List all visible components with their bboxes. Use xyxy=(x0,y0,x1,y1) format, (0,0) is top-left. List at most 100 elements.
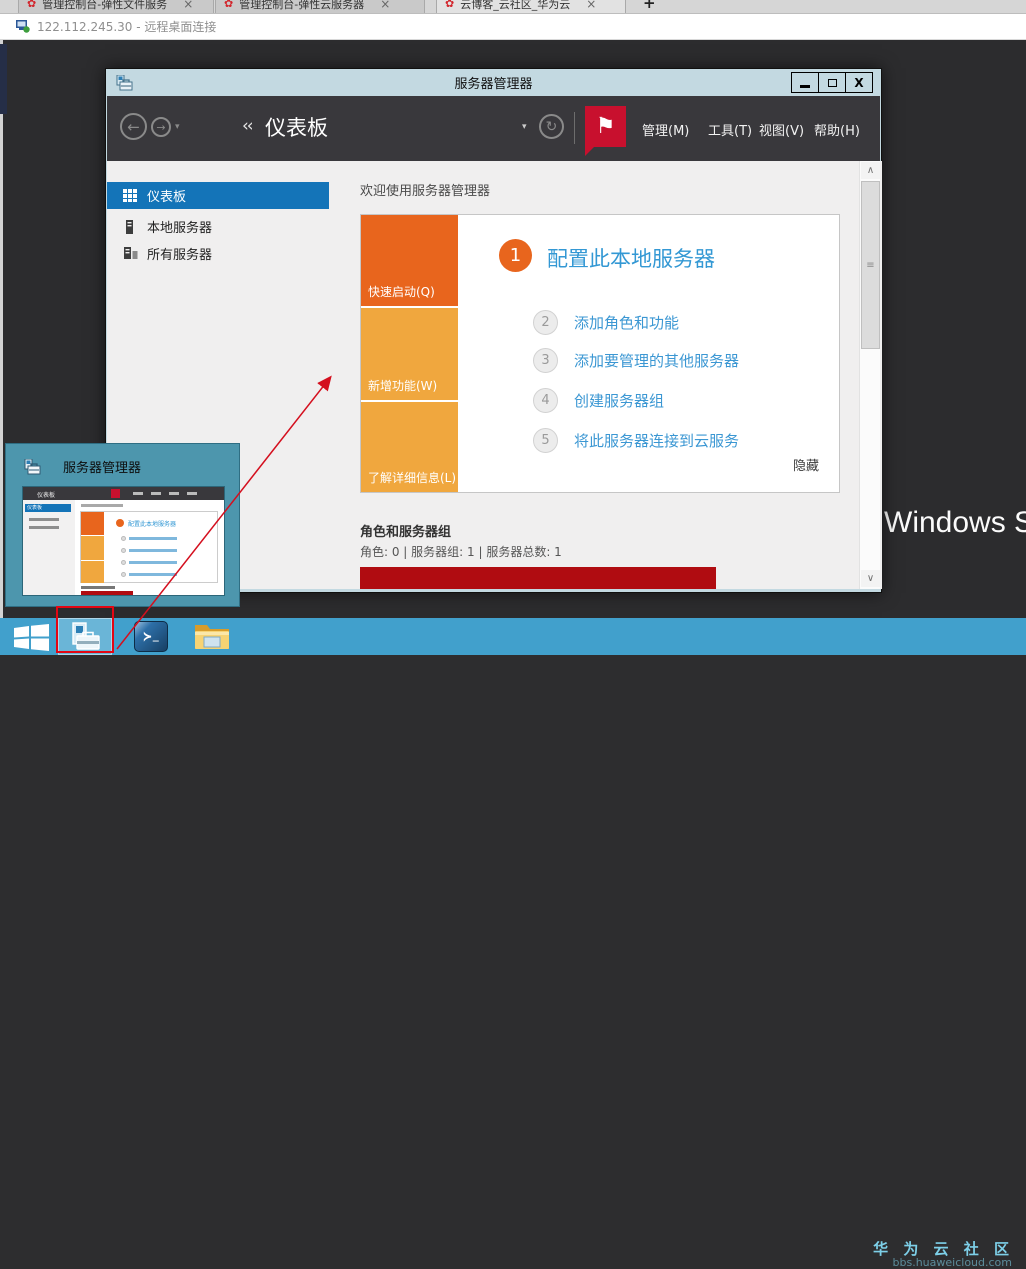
back-button[interactable]: ← xyxy=(120,113,147,140)
flag-icon: ⚑ xyxy=(596,114,616,139)
thumb-quick-start xyxy=(81,512,104,535)
rdp-icon xyxy=(16,20,30,33)
thumb-step1-badge xyxy=(116,519,124,527)
maximize-button[interactable] xyxy=(818,72,846,93)
thumb-whats-new xyxy=(81,536,104,560)
roles-alert-tile-header[interactable] xyxy=(360,567,716,589)
step-number-badge: 5 xyxy=(533,428,558,453)
tab-close-icon[interactable]: × xyxy=(380,0,390,11)
scroll-up-button[interactable]: ∧ xyxy=(861,162,880,179)
thumb-breadcrumb: 仪表板 xyxy=(37,490,55,499)
server-manager-icon xyxy=(24,459,41,475)
huawei-tab-icon: ✿ xyxy=(445,0,454,10)
breadcrumb-dropdown-icon[interactable]: ▾ xyxy=(522,122,527,132)
scroll-down-button[interactable]: ∨ xyxy=(861,570,880,587)
thumb-welcome-line xyxy=(81,504,123,507)
breadcrumb[interactable]: 仪表板 xyxy=(265,112,328,142)
minimize-icon xyxy=(800,85,810,88)
thumb-sidebar-selected: 仪表板 xyxy=(25,504,71,512)
rdp-title: 122.112.245.30 - 远程桌面连接 xyxy=(37,18,216,35)
huawei-tab-icon: ✿ xyxy=(27,0,36,10)
huawei-tab-icon: ✿ xyxy=(224,0,233,10)
step-add-roles[interactable]: 2 添加角色和功能 xyxy=(533,310,679,335)
configure-local-server-link[interactable]: 配置此本地服务器 xyxy=(547,243,715,273)
vertical-scrollbar[interactable]: ∧ ≡ ∨ xyxy=(859,161,880,589)
quick-start-tab[interactable]: 快速启动(Q) xyxy=(361,215,458,306)
hide-welcome-link[interactable]: 隐藏 xyxy=(793,455,819,474)
nav-history-dropdown-icon[interactable]: ▾ xyxy=(175,122,180,132)
sidebar-item-label: 所有服务器 xyxy=(147,244,212,263)
browser-tab-bar: ✿ 管理控制台-弹性文件服务 × ✿ 管理控制台-弹性云服务器 × ✿ 云博客_… xyxy=(0,0,1026,14)
forward-button[interactable]: → xyxy=(151,117,171,137)
browser-tab-community[interactable]: ✿ 云博客_云社区_华为云 × xyxy=(436,0,626,14)
annotation-highlight-box xyxy=(56,606,114,653)
all-servers-icon xyxy=(123,247,138,261)
step-link: 添加角色和功能 xyxy=(574,312,679,333)
menu-manage[interactable]: 管理(M) xyxy=(642,120,689,139)
thumb-sidebar: 仪表板 xyxy=(23,500,75,595)
breadcrumb-collapse-icon[interactable]: ‹‹ xyxy=(242,116,252,136)
whats-new-tab[interactable]: 新增功能(W) xyxy=(361,308,458,400)
powershell-icon: ≻ xyxy=(143,629,151,645)
desktop-left-edge xyxy=(0,40,3,618)
thumb-sidebar-line xyxy=(29,526,59,529)
learn-more-tab[interactable]: 了解详细信息(L) xyxy=(361,402,458,492)
back-icon: ← xyxy=(127,118,140,136)
maximize-icon xyxy=(828,79,837,87)
menu-tools[interactable]: 工具(T) xyxy=(708,120,752,139)
sidebar-item-label: 本地服务器 xyxy=(147,217,212,236)
thumb-learn-more xyxy=(81,561,104,583)
step-connect-cloud[interactable]: 5 将此服务器连接到云服务 xyxy=(533,428,739,453)
taskbar-file-explorer-button[interactable] xyxy=(194,620,230,652)
server-manager-icon xyxy=(116,75,133,91)
scrollbar-thumb[interactable]: ≡ xyxy=(861,181,880,349)
sidebar-item-label: 仪表板 xyxy=(147,186,186,205)
thumb-menu-line xyxy=(187,492,197,495)
quick-tab-label: 快速启动(Q) xyxy=(368,283,435,300)
thumb-step-row xyxy=(121,572,177,577)
new-tab-button[interactable]: + xyxy=(643,0,656,12)
thumb-menu-line xyxy=(169,492,179,495)
tab-close-icon[interactable]: × xyxy=(586,0,596,11)
thumb-menu-line xyxy=(133,492,143,495)
roles-groups-heading: 角色和服务器组 xyxy=(360,521,451,540)
thumb-flag-icon xyxy=(111,489,120,498)
minimize-button[interactable] xyxy=(791,72,819,93)
refresh-icon: ↻ xyxy=(546,119,558,135)
roles-groups-summary: 角色: 0 | 服务器组: 1 | 服务器总数: 1 xyxy=(360,543,562,560)
wallpaper-text: Windows Se xyxy=(884,506,1026,540)
tab-close-icon[interactable]: × xyxy=(183,0,193,11)
welcome-heading: 欢迎使用服务器管理器 xyxy=(360,180,490,199)
refresh-button[interactable]: ↻ xyxy=(539,114,564,139)
sidebar-item-dashboard[interactable]: 仪表板 xyxy=(107,182,329,209)
window-nav-bar: ← → ▾ ‹‹ 仪表板 ▾ ↻ ⚑ 管理(M) 工具(T) 视图(V) 帮助(… xyxy=(107,96,880,161)
start-button[interactable] xyxy=(14,624,50,651)
thumb-step-row xyxy=(121,560,177,565)
sidebar-item-all-servers[interactable]: 所有服务器 xyxy=(107,240,329,267)
window-thumbnail[interactable]: 仪表板 仪表板 配置此本地服务器 xyxy=(22,486,225,596)
taskbar-preview-popup[interactable]: 服务器管理器 仪表板 仪表板 配置此本地服务器 xyxy=(5,443,240,607)
browser-tab-file-service[interactable]: ✿ 管理控制台-弹性文件服务 × xyxy=(18,0,214,14)
window-title-bar[interactable]: 服务器管理器 X xyxy=(106,69,881,96)
step-create-group[interactable]: 4 创建服务器组 xyxy=(533,388,664,413)
sidebar-item-local-server[interactable]: 本地服务器 xyxy=(107,213,329,240)
tab-title: 管理控制台-弹性文件服务 xyxy=(42,0,167,12)
menu-view[interactable]: 视图(V) xyxy=(759,120,804,139)
step-add-servers[interactable]: 3 添加要管理的其他服务器 xyxy=(533,348,739,373)
thumb-welcome-tile: 配置此本地服务器 xyxy=(80,511,218,583)
step-1-badge: 1 xyxy=(499,239,532,272)
step-link: 将此服务器连接到云服务 xyxy=(574,430,739,451)
menu-help[interactable]: 帮助(H) xyxy=(814,120,860,139)
close-button[interactable]: X xyxy=(845,72,873,93)
browser-tab-cloud-server[interactable]: ✿ 管理控制台-弹性云服务器 × xyxy=(215,0,425,14)
thumb-roles-line xyxy=(81,586,115,589)
window-title: 服务器管理器 xyxy=(106,73,881,92)
forward-icon: → xyxy=(156,121,165,134)
nav-separator xyxy=(574,112,575,144)
flag-bubble-tail xyxy=(585,147,594,156)
quick-tab-label: 了解详细信息(L) xyxy=(368,469,456,486)
notifications-flag-button[interactable]: ⚑ xyxy=(585,106,626,147)
thumb-menu-line xyxy=(151,492,161,495)
taskbar-powershell-button[interactable]: ≻_ xyxy=(134,621,168,652)
thumb-step-row xyxy=(121,536,177,541)
